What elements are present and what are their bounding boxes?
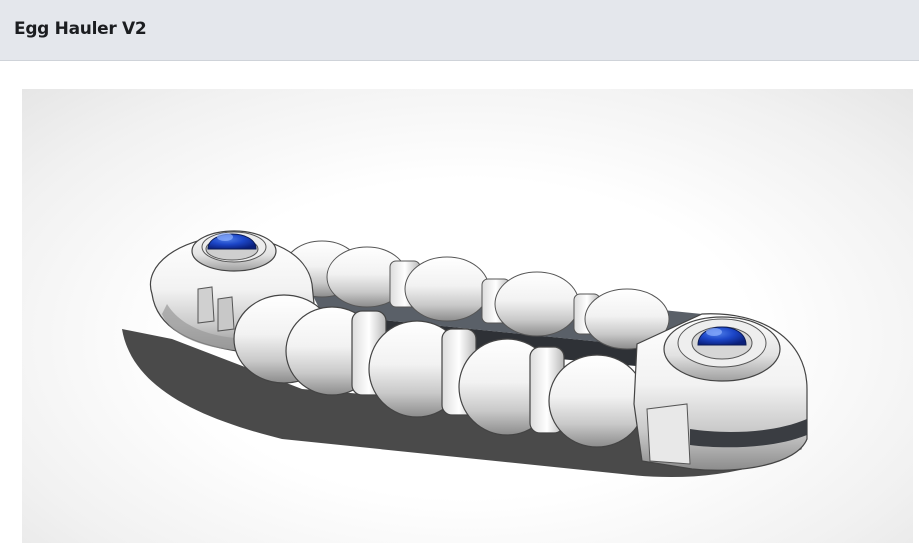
- page-title: Egg Hauler V2: [14, 19, 147, 39]
- model-viewer[interactable]: [22, 89, 913, 543]
- egg-hauler-3d-model: [122, 230, 808, 478]
- top-bar: Egg Hauler V2: [0, 0, 919, 61]
